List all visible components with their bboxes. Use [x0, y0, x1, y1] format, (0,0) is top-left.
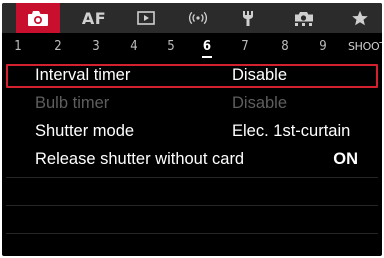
- menu-item-shutter-mode[interactable]: Shutter mode Elec. 1st-curtain: [6, 120, 378, 144]
- my-menu-star-icon: [351, 10, 369, 27]
- wireless-icon: [188, 11, 208, 25]
- menu-item-bulb-timer[interactable]: Bulb timer Disable: [6, 92, 378, 116]
- menu-item-value: ON: [333, 150, 358, 168]
- menu-item-value: Disable: [232, 66, 288, 84]
- tab-my-menu[interactable]: [338, 3, 382, 33]
- page-tab-4[interactable]: 4: [122, 33, 146, 60]
- page-tab-9[interactable]: 9: [311, 33, 335, 60]
- page-tab-2[interactable]: 2: [46, 33, 70, 60]
- category-tab-bar: AF: [2, 3, 382, 33]
- page-tab-3[interactable]: 3: [84, 33, 108, 60]
- page-tab-row: 1 2 3 4 5 6 7 8 9 SHOOT6: [2, 33, 382, 60]
- row-divider: [6, 233, 378, 234]
- menu-item-release-without-card[interactable]: Release shutter without card ON: [6, 148, 378, 172]
- menu-list: Interval timer Disable Bulb timer Disabl…: [2, 64, 382, 176]
- tab-wireless[interactable]: [178, 3, 218, 33]
- playback-icon: [137, 11, 155, 25]
- wrench-icon: [240, 10, 256, 27]
- page-tab-1[interactable]: 1: [6, 33, 30, 60]
- af-text-icon: AF: [81, 8, 107, 28]
- camera-icon: [27, 10, 49, 27]
- page-tab-5[interactable]: 5: [159, 33, 183, 60]
- menu-item-interval-timer[interactable]: Interval timer Disable: [6, 64, 378, 88]
- menu-item-label: Release shutter without card: [35, 150, 245, 168]
- tab-af[interactable]: AF: [72, 3, 116, 33]
- menu-item-label: Bulb timer: [35, 94, 110, 112]
- tab-setup[interactable]: [228, 3, 268, 33]
- menu-item-label: Interval timer: [35, 66, 131, 84]
- page-tab-8[interactable]: 8: [273, 33, 297, 60]
- page-tab-7[interactable]: 7: [233, 33, 257, 60]
- menu-item-value: Elec. 1st-curtain: [232, 122, 351, 140]
- menu-item-label: Shutter mode: [35, 122, 135, 140]
- row-divider: [6, 177, 378, 178]
- tab-custom-functions[interactable]: [282, 3, 326, 33]
- menu-item-value: Disable: [232, 94, 288, 112]
- camera-menu-screen: AF 1 2 3 4 5 6 7 8 9 SHOO Interval timer…: [2, 3, 382, 256]
- row-divider: [6, 205, 378, 206]
- tab-playback[interactable]: [126, 3, 166, 33]
- page-tab-6[interactable]: 6: [195, 33, 219, 60]
- custom-function-icon: [293, 10, 315, 27]
- tab-shooting[interactable]: [16, 3, 60, 33]
- page-name-label: SHOOT6: [348, 40, 382, 53]
